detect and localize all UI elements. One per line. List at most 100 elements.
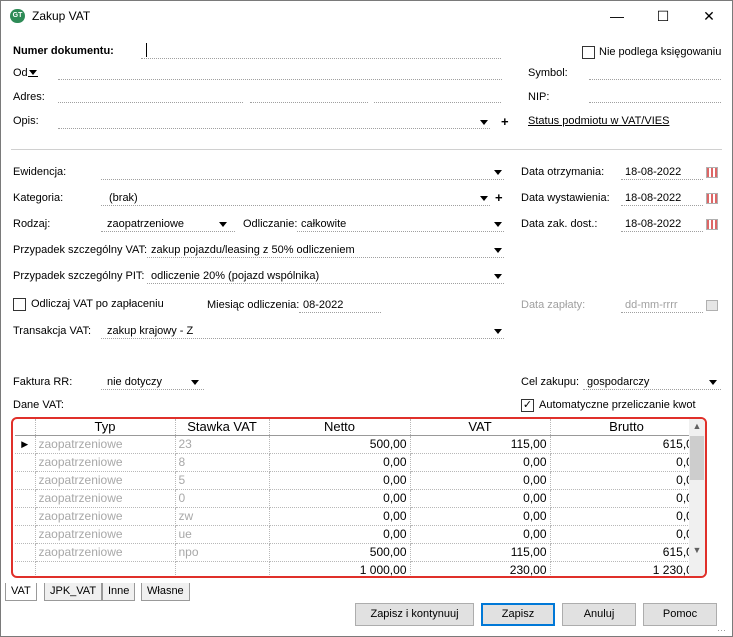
tab-jpk-vat[interactable]: JPK_VAT [44, 583, 103, 601]
cell-vat[interactable]: 0,00 [410, 471, 551, 490]
cell-netto[interactable]: 0,00 [269, 489, 411, 508]
odliczanie-select[interactable]: całkowite [301, 218, 346, 230]
odliczanie-chevron-down-icon[interactable] [494, 222, 502, 227]
table-row[interactable]: zaopatrzeniowe npo 500,00 115,00 615,00 [15, 543, 704, 562]
table-row[interactable]: zaopatrzeniowe 5 0,00 0,00 0,00 [15, 471, 704, 490]
cell-brutto[interactable]: 615,00 [550, 435, 704, 454]
column-header-brutto[interactable]: Brutto [550, 419, 704, 436]
data-otrzymania-input[interactable]: 18-08-2022 [625, 166, 681, 178]
adres-input-1[interactable] [58, 102, 243, 103]
opis-input[interactable] [58, 128, 490, 129]
cell-typ[interactable]: zaopatrzeniowe [35, 435, 176, 454]
cel-zakupu-select[interactable]: gospodarczy [587, 376, 649, 388]
przypadek-pit-chevron-down-icon[interactable] [494, 274, 502, 279]
rodzaj-select[interactable]: zaopatrzeniowe [107, 218, 184, 230]
status-vies-link[interactable]: Status podmiotu w VAT/VIES [528, 115, 669, 127]
nip-input[interactable] [589, 102, 721, 103]
kategoria-chevron-down-icon[interactable] [480, 196, 488, 201]
grid-scrollbar[interactable]: ▲ ▼ [689, 419, 705, 576]
resize-grip-icon[interactable]: ⋯ [717, 625, 726, 636]
cell-netto[interactable]: 0,00 [269, 507, 411, 526]
przypadek-vat-select[interactable]: zakup pojazdu/leasing z 50% odliczeniem [151, 244, 355, 256]
data-zak-input[interactable]: 18-08-2022 [625, 218, 681, 230]
data-wystawienia-input[interactable]: 18-08-2022 [625, 192, 681, 204]
cell-netto[interactable]: 0,00 [269, 525, 411, 544]
cell-stawka[interactable]: zw [175, 507, 270, 526]
minimize-icon[interactable]: — [594, 1, 640, 31]
faktura-rr-chevron-down-icon[interactable] [191, 380, 199, 385]
cell-brutto[interactable]: 0,00 [550, 507, 704, 526]
symbol-input[interactable] [589, 79, 721, 80]
cell-vat[interactable]: 0,00 [410, 525, 551, 544]
cell-netto[interactable]: 500,00 [269, 543, 411, 562]
maximize-icon[interactable]: ☐ [640, 1, 686, 31]
cell-brutto[interactable]: 615,00 [550, 543, 704, 562]
ewidencja-select[interactable] [101, 179, 504, 180]
przypadek-vat-chevron-down-icon[interactable] [494, 248, 502, 253]
cell-stawka[interactable]: 8 [175, 453, 270, 472]
data-zaplaty-input[interactable]: dd-mm-rrrr [625, 299, 678, 311]
scroll-up-icon[interactable]: ▲ [689, 421, 705, 431]
kategoria-add-icon[interactable]: + [495, 191, 503, 204]
cell-stawka[interactable]: ue [175, 525, 270, 544]
adres-input-3[interactable] [374, 102, 501, 103]
anuluj-button[interactable]: Anuluj [562, 603, 636, 626]
cell-vat[interactable]: 0,00 [410, 453, 551, 472]
cell-typ[interactable]: zaopatrzeniowe [35, 507, 176, 526]
table-row[interactable]: zaopatrzeniowe zw 0,00 0,00 0,00 [15, 507, 704, 526]
cel-zakupu-chevron-down-icon[interactable] [709, 380, 717, 385]
cell-netto[interactable]: 0,00 [269, 453, 411, 472]
opis-dropdown-icon[interactable] [480, 120, 488, 125]
tab-wlasne[interactable]: Własne [141, 583, 190, 601]
calendar-icon[interactable] [706, 193, 718, 204]
cell-brutto[interactable]: 0,00 [550, 525, 704, 544]
cell-brutto[interactable]: 0,00 [550, 471, 704, 490]
adres-input-2[interactable] [250, 102, 368, 103]
rodzaj-chevron-down-icon[interactable] [219, 222, 227, 227]
scroll-down-icon[interactable]: ▼ [689, 545, 705, 555]
cell-netto[interactable]: 500,00 [269, 435, 411, 454]
column-header-vat[interactable]: VAT [410, 419, 551, 436]
opis-add-icon[interactable]: + [501, 115, 509, 128]
table-row[interactable]: zaopatrzeniowe ue 0,00 0,00 0,00 [15, 525, 704, 544]
column-header-netto[interactable]: Netto [269, 419, 411, 436]
nie-podlega-checkbox[interactable] [582, 46, 595, 59]
cell-typ[interactable]: zaopatrzeniowe [35, 471, 176, 490]
table-row[interactable]: zaopatrzeniowe 0 0,00 0,00 0,00 [15, 489, 704, 508]
kategoria-select[interactable]: (brak) [109, 192, 138, 204]
tab-vat[interactable]: VAT [5, 583, 37, 601]
faktura-rr-select[interactable]: nie dotyczy [107, 376, 162, 388]
odliczaj-vat-checkbox[interactable] [13, 298, 26, 311]
transakcja-chevron-down-icon[interactable] [494, 329, 502, 334]
cell-brutto[interactable]: 0,00 [550, 453, 704, 472]
scrollbar-thumb[interactable] [690, 436, 704, 480]
cell-typ[interactable]: zaopatrzeniowe [35, 525, 176, 544]
cell-typ[interactable]: zaopatrzeniowe [35, 489, 176, 508]
od-dropdown[interactable] [28, 67, 38, 77]
cell-vat[interactable]: 0,00 [410, 507, 551, 526]
table-row[interactable]: zaopatrzeniowe 8 0,00 0,00 0,00 [15, 453, 704, 472]
pomoc-button[interactable]: Pomoc [643, 603, 717, 626]
calendar-icon[interactable] [706, 219, 718, 230]
table-row[interactable]: ▶ zaopatrzeniowe 23 500,00 115,00 615,00 [15, 435, 704, 454]
numer-dokumentu-input[interactable] [146, 43, 147, 57]
tab-inne[interactable]: Inne [102, 583, 136, 601]
przypadek-pit-select[interactable]: odliczenie 20% (pojazd wspólnika) [151, 270, 319, 282]
cell-brutto[interactable]: 0,00 [550, 489, 704, 508]
cell-typ[interactable]: zaopatrzeniowe [35, 543, 176, 562]
cell-vat[interactable]: 115,00 [410, 435, 551, 454]
cell-typ[interactable]: zaopatrzeniowe [35, 453, 176, 472]
close-icon[interactable]: ✕ [686, 1, 732, 31]
cell-vat[interactable]: 0,00 [410, 489, 551, 508]
cell-stawka[interactable]: 23 [175, 435, 270, 454]
calendar-icon[interactable] [706, 167, 718, 178]
auto-przeliczanie-checkbox[interactable]: ✓ [521, 399, 534, 412]
cell-stawka[interactable]: 5 [175, 471, 270, 490]
column-header-stawka[interactable]: Stawka VAT [175, 419, 270, 436]
cell-stawka[interactable]: 0 [175, 489, 270, 508]
cell-stawka[interactable]: npo [175, 543, 270, 562]
cell-vat[interactable]: 115,00 [410, 543, 551, 562]
od-input[interactable] [58, 79, 502, 80]
ewidencja-chevron-down-icon[interactable] [494, 170, 502, 175]
zapisz-button[interactable]: Zapisz [481, 603, 555, 626]
